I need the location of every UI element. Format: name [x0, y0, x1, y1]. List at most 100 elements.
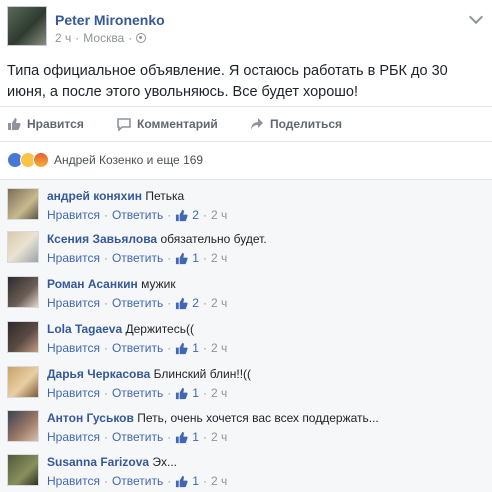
comment-separator: ·: [167, 341, 172, 355]
comment-item: Ксения Завьялова обязательно будет. Нрави…: [7, 223, 487, 268]
comment-time[interactable]: 2 ч: [211, 341, 227, 355]
comment-like-count[interactable]: 1: [192, 430, 199, 444]
like-button-label: Нравится: [27, 117, 84, 131]
comment-reply-link[interactable]: Ответить: [112, 341, 163, 355]
comment-like-link[interactable]: Нравится: [47, 251, 100, 265]
comment-author[interactable]: Антон Гуськов: [47, 411, 134, 425]
comment-button[interactable]: Комментарий: [117, 117, 218, 131]
chevron-down-icon[interactable]: [468, 9, 484, 25]
comment-separator: ·: [202, 341, 207, 355]
comment-author[interactable]: андрей коняхин: [47, 189, 142, 203]
comment-separator: ·: [167, 474, 172, 488]
post-location[interactable]: Москва: [83, 31, 124, 45]
comments-section: андрей коняхин Петька Нравится · Ответить · 2…: [0, 179, 492, 492]
comment-separator: ·: [103, 208, 108, 222]
mini-like-icon: [176, 342, 188, 354]
reactions-text[interactable]: Андрей Козенко и еще 169: [54, 153, 203, 167]
comment-time[interactable]: 2 ч: [211, 208, 227, 222]
comment-avatar[interactable]: [7, 321, 39, 353]
comment-meta: Нравится · Ответить · 1 · 2 ч: [47, 251, 227, 265]
comment-text: Петь, очень хочется вас всех поддержать.…: [137, 411, 379, 425]
comment-body: Susanna Farizova Эх...: [47, 454, 177, 470]
comment-avatar[interactable]: [7, 231, 39, 263]
comment-author[interactable]: Роман Асанкин: [47, 277, 138, 291]
mini-like-icon: [176, 387, 188, 399]
comment-reply-link[interactable]: Ответить: [112, 296, 163, 310]
comment-reply-link[interactable]: Ответить: [112, 474, 163, 488]
meta-separator-2: ·: [128, 31, 133, 45]
comment-like-count[interactable]: 2: [192, 296, 199, 310]
comment-body: Ксения Завьялова обязательно будет.: [47, 231, 267, 247]
comment-text: Эх...: [152, 455, 178, 469]
reactions-summary[interactable]: Андрей Козенко и еще 169: [7, 151, 203, 169]
comment-separator: ·: [103, 341, 108, 355]
comment-text: мужик: [141, 277, 176, 291]
comment-like-count[interactable]: 1: [192, 386, 199, 400]
post-time[interactable]: 2 ч: [55, 31, 71, 45]
comment-reply-link[interactable]: Ответить: [112, 251, 163, 265]
comment-item: Роман Асанкин мужик Нравится · Ответить · 2 · 2…: [7, 268, 487, 313]
comment-item: андрей коняхин Петька Нравится · Ответить · 2…: [7, 180, 487, 225]
comment-like-link[interactable]: Нравится: [47, 474, 100, 488]
comment-avatar[interactable]: [7, 410, 39, 442]
comment-separator: ·: [202, 430, 207, 444]
comment-avatar[interactable]: [7, 454, 39, 486]
comment-separator: ·: [103, 296, 108, 310]
comment-time[interactable]: 2 ч: [211, 430, 227, 444]
comment-separator: ·: [167, 251, 172, 265]
comment-icon: [117, 118, 131, 131]
comment-author[interactable]: Susanna Farizova: [47, 455, 149, 469]
comment-like-count[interactable]: 1: [192, 251, 199, 265]
share-button-label: Поделиться: [270, 117, 343, 131]
comment-button-label: Комментарий: [137, 117, 218, 131]
comment-meta: Нравится · Ответить · 2 · 2 ч: [47, 296, 227, 310]
comment-author[interactable]: Дарья Черкасова: [47, 367, 150, 381]
mini-like-icon: [176, 297, 188, 309]
comment-separator: ·: [103, 386, 108, 400]
comment-like-link[interactable]: Нравится: [47, 386, 100, 400]
comment-like-link[interactable]: Нравится: [47, 341, 100, 355]
comment-separator: ·: [103, 430, 108, 444]
comment-separator: ·: [103, 474, 108, 488]
comment-like-count[interactable]: 1: [192, 474, 199, 488]
comment-text: Петька: [145, 189, 185, 203]
angry-reaction-icon: [33, 152, 49, 168]
comment-reply-link[interactable]: Ответить: [112, 208, 163, 222]
comment-like-link[interactable]: Нравится: [47, 430, 100, 444]
comment-item: Дарья Черкасова Блинский блин!!((Нравитс…: [7, 358, 487, 403]
comment-time[interactable]: 2 ч: [211, 251, 227, 265]
meta-separator: ·: [75, 31, 80, 45]
comment-text: Держитесь((: [125, 322, 194, 336]
comment-separator: ·: [167, 208, 172, 222]
post-text: Типа официальное объявление. Я остаюсь р…: [7, 63, 448, 100]
comment-author[interactable]: Ксения Завьялова: [47, 232, 157, 246]
like-button[interactable]: Нравится: [7, 117, 84, 131]
comment-reply-link[interactable]: Ответить: [112, 430, 163, 444]
comment-avatar[interactable]: [7, 366, 39, 398]
mini-like-icon: [176, 475, 188, 487]
comment-avatar[interactable]: [7, 188, 39, 220]
comment-body: Роман Асанкин мужик: [47, 276, 176, 292]
comment-body: андрей коняхин Петька: [47, 188, 184, 204]
comment-time[interactable]: 2 ч: [211, 386, 227, 400]
author-avatar[interactable]: [7, 6, 47, 46]
comment-avatar[interactable]: [7, 276, 39, 308]
comment-like-link[interactable]: Нравится: [47, 208, 100, 222]
comment-like-count[interactable]: 2: [192, 208, 199, 222]
comment-author[interactable]: Lola Tagaeva: [47, 322, 122, 336]
comment-like-count[interactable]: 1: [192, 341, 199, 355]
comment-text: обязательно будет.: [160, 232, 267, 246]
comment-reply-link[interactable]: Ответить: [112, 386, 163, 400]
post-author-name[interactable]: Peter Mironenko: [55, 12, 165, 28]
comment-body: Антон Гуськов Петь, очень хочется вас вс…: [47, 410, 379, 426]
like-icon: [8, 118, 21, 130]
comment-meta: Нравится · Ответить · 2 · 2 ч: [47, 208, 227, 222]
comment-meta: Нравится · Ответить · 1 · 2 ч: [47, 430, 227, 444]
comment-time[interactable]: 2 ч: [211, 474, 227, 488]
comment-time[interactable]: 2 ч: [211, 296, 227, 310]
mini-like-icon: [176, 252, 188, 264]
comment-separator: ·: [202, 474, 207, 488]
comment-body: Lola Tagaeva Держитесь((: [47, 321, 194, 337]
comment-like-link[interactable]: Нравится: [47, 296, 100, 310]
share-button[interactable]: Поделиться: [250, 117, 342, 131]
